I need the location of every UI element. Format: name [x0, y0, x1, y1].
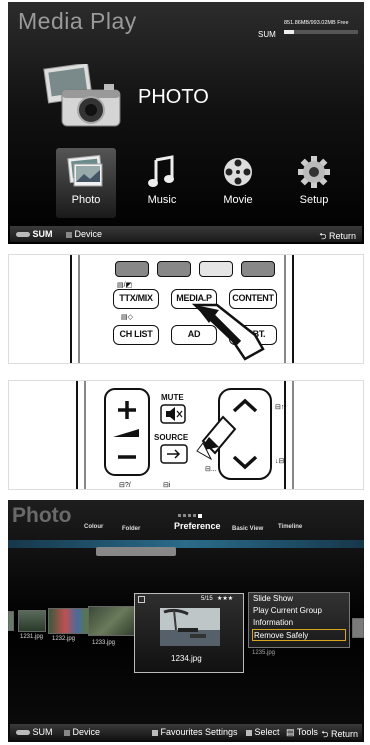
sum-button[interactable]: SUM: [16, 727, 53, 737]
return-icon: ⮌: [319, 231, 327, 241]
favourites-key-icon: [152, 729, 158, 736]
menu-item-label: Movie: [223, 194, 253, 206]
page-indicator: [178, 514, 202, 518]
menu-item-photo[interactable]: Photo: [56, 148, 116, 218]
menu-item-label: Photo: [71, 194, 101, 206]
music-note-icon: [148, 155, 174, 187]
thumbnail-1232[interactable]: [48, 608, 90, 634]
device-key-icon: [64, 729, 70, 736]
select-button[interactable]: Select: [246, 727, 280, 737]
mute-label: MUTE: [161, 393, 184, 402]
photo-icon: [67, 154, 103, 187]
checkbox[interactable]: [138, 596, 145, 603]
tools-icon: ▤: [286, 727, 295, 737]
device-button[interactable]: Device: [64, 727, 100, 737]
tools-button[interactable]: ▤ Tools: [286, 727, 318, 738]
sum-key-icon: [16, 232, 30, 238]
return-button[interactable]: ⮌ Return: [321, 727, 358, 742]
menu-item-label: Setup: [299, 194, 329, 206]
remote-media-p-illustration: ▤/◩ TTX/MIX MEDIA.P CONTENT ▤◇ CH LIST A…: [8, 254, 364, 364]
return-button[interactable]: ⮌ Return: [319, 229, 356, 244]
menu-item-remove-safely[interactable]: Remove Safely: [252, 629, 346, 641]
footer-bar: SUM Device ⮌ Return: [10, 226, 362, 242]
source-label: SOURCE: [154, 433, 189, 442]
focused-thumbnail[interactable]: 5/15 ★★★ 1234.jpg: [134, 593, 244, 673]
tab-folder[interactable]: Folder: [122, 526, 140, 532]
page-up-icon: ⊟↑: [275, 404, 285, 411]
tab-preference[interactable]: Preference: [174, 521, 221, 531]
sum-key-icon: [16, 730, 30, 736]
screen-title: Media Play: [18, 8, 137, 34]
menu-item-slide-show[interactable]: Slide Show: [249, 593, 349, 605]
select-key-icon: [246, 729, 252, 736]
remote-volume-illustration: MUTE SOURCE ⊟↑ ↓⊟ ⊟?/ ⊟i ⊟...: [8, 380, 364, 490]
info-icon: ⊟i: [163, 482, 171, 489]
thumbnail-1233[interactable]: [88, 606, 138, 636]
menu-icon: ⊟...: [205, 466, 217, 473]
thumbnail-1231[interactable]: [18, 610, 46, 632]
menu-item-movie[interactable]: Movie: [208, 148, 268, 218]
text-mode-icon: ⊟?/: [119, 482, 131, 489]
footer-bar: SUM Device Favourites Settings Select ▤ …: [10, 724, 362, 740]
photo-filename: 1234.jpg: [171, 654, 202, 663]
menu-item-setup[interactable]: Setup: [284, 148, 344, 218]
selection-bar: [8, 540, 364, 548]
memory-bar-fill: [284, 30, 295, 34]
gear-icon: [298, 156, 330, 188]
category-title: PHOTO: [138, 86, 209, 108]
device-key-icon: [66, 231, 72, 238]
media-play-screen: Media Play 851.86MB/993.02MB Free SUM PH…: [8, 2, 364, 244]
group-slider[interactable]: [96, 547, 176, 556]
thumbnail-label: 1231.jpg: [20, 634, 44, 640]
menu-item-label: Music: [147, 194, 177, 206]
thumbnail-label: 1233.jpg: [92, 640, 116, 646]
tab-timeline[interactable]: Timeline: [278, 524, 302, 530]
tools-context-menu: Slide Show Play Current Group Informatio…: [248, 592, 350, 648]
tab-basic-view[interactable]: Basic View: [232, 526, 263, 532]
return-icon: ⮌: [321, 729, 329, 739]
thumbnail-label: 1232.jpg: [52, 636, 76, 642]
photo-browser-screen: Photo Colour Folder Preference Basic Vie…: [8, 500, 364, 742]
photo-index: 5/15: [201, 596, 213, 602]
rating-stars: ★★★: [217, 596, 234, 602]
tab-colour[interactable]: Colour: [84, 524, 103, 530]
menu-item-information[interactable]: Information: [249, 617, 349, 629]
memory-bar: [284, 30, 358, 34]
camera-photo-icon: [43, 64, 121, 127]
sum-button[interactable]: SUM: [16, 229, 53, 239]
menu-item-music[interactable]: Music: [132, 148, 192, 218]
sum-label: SUM: [258, 30, 276, 39]
thumbnail-label: 1235.jpg: [252, 650, 276, 656]
favourites-settings-button[interactable]: Favourites Settings: [152, 727, 238, 737]
media-menu: Photo Music Movie Setup: [56, 148, 346, 218]
device-button[interactable]: Device: [66, 229, 102, 239]
film-reel-icon: [224, 158, 252, 186]
page-down-icon: ↓⊟: [275, 458, 285, 465]
pointer-arrow-icon: [191, 303, 265, 361]
thumbnail-partial[interactable]: [352, 618, 364, 638]
menu-item-play-current-group[interactable]: Play Current Group: [249, 605, 349, 617]
memory-free-text: 851.86MB/993.02MB Free: [284, 20, 349, 26]
thumbnail-partial[interactable]: [8, 611, 14, 631]
photo-preview: [160, 608, 220, 646]
